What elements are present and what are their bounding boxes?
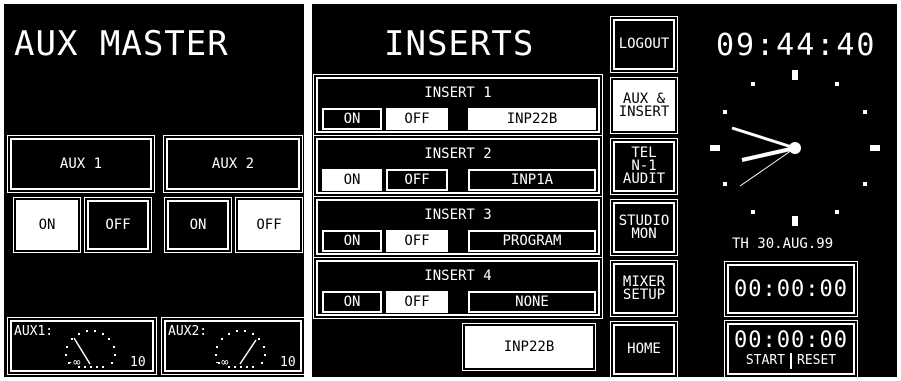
- timer-1: 00:00:00: [724, 261, 858, 317]
- timer-2[interactable]: 00:00:00 START RESET: [724, 320, 858, 378]
- studio-label-2: MON: [631, 225, 657, 242]
- tel-label-3: AUDIT: [622, 171, 666, 187]
- tel-n1-audit-button[interactable]: TEL N-1 AUDIT: [610, 138, 678, 195]
- aux-master-panel: AUX MASTER AUX 1 AUX 2 ON OFF ON OFF AUX…: [4, 4, 305, 377]
- mixer-setup-button[interactable]: MIXER SETUP: [610, 260, 678, 317]
- clock-date: TH 30.AUG.99: [732, 236, 834, 252]
- aux2-meter-min: -∞: [214, 355, 229, 369]
- insert-2-source-button[interactable]: INP1A: [468, 169, 596, 191]
- home-button[interactable]: HOME: [610, 321, 678, 378]
- aux1-off-button[interactable]: OFF: [84, 197, 152, 253]
- logout-button[interactable]: LOGOUT: [610, 16, 678, 73]
- insert-4-label: INSERT 4: [424, 268, 492, 284]
- aux1-meter: AUX1: -∞ 10: [7, 317, 157, 375]
- timer-2-value: 00:00:00: [734, 328, 848, 353]
- aux1-meter-min: -∞: [66, 355, 81, 369]
- insert-3-off-button[interactable]: OFF: [386, 230, 448, 252]
- insert-3-source-button[interactable]: PROGRAM: [468, 230, 596, 252]
- insert-4-source-button[interactable]: NONE: [468, 291, 596, 313]
- clock-time: 09:44:40: [716, 28, 877, 63]
- insert-3-label: INSERT 3: [424, 207, 492, 223]
- timer-1-value: 00:00:00: [734, 276, 848, 302]
- aux2-label-box: AUX 2: [163, 135, 303, 193]
- insert-2-on-button[interactable]: ON: [322, 169, 382, 191]
- aux1-label-box: AUX 1: [7, 135, 155, 193]
- aux1-on-button[interactable]: ON: [13, 197, 81, 253]
- timer-controls: START RESET: [746, 353, 836, 369]
- inserts-title: INSERTS: [384, 24, 535, 64]
- insert-1-source-button[interactable]: INP22B: [468, 108, 596, 130]
- aux1-label: AUX 1: [59, 156, 103, 172]
- insert-1-label: INSERT 1: [424, 85, 492, 101]
- aux2-off-button[interactable]: OFF: [235, 197, 303, 253]
- insert-1-on-button[interactable]: ON: [322, 108, 382, 130]
- aux1-meter-max: 10: [130, 355, 146, 370]
- aux2-meter-max: 10: [280, 355, 296, 370]
- aux-master-title: AUX MASTER: [14, 24, 229, 64]
- aux2-meter: AUX2: -∞ 10: [161, 317, 305, 375]
- aux2-meter-label: AUX2:: [168, 324, 208, 339]
- insert-row-2: INSERT 2 ON OFF INP1A: [313, 135, 603, 197]
- home-label: HOME: [627, 341, 661, 357]
- reset-button[interactable]: RESET: [792, 353, 836, 369]
- logout-label: LOGOUT: [618, 36, 670, 52]
- aux1-meter-label: AUX1:: [14, 324, 54, 339]
- insert-row-4: INSERT 4 ON OFF NONE: [313, 257, 603, 319]
- insert-4-on-button[interactable]: ON: [322, 291, 382, 313]
- insert-row-3: INSERT 3 ON OFF PROGRAM: [313, 196, 603, 258]
- selected-source-button[interactable]: INP22B: [462, 323, 596, 371]
- inserts-panel: INSERTS INSERT 1 ON OFF INP22B INSERT 2 …: [312, 4, 897, 378]
- insert-3-on-button[interactable]: ON: [322, 230, 382, 252]
- studio-mon-button[interactable]: STUDIO MON: [610, 199, 678, 256]
- insert-row-1: INSERT 1 ON OFF INP22B: [313, 74, 603, 136]
- start-button[interactable]: START: [746, 353, 792, 369]
- aux-insert-label-2: INSERT: [618, 103, 670, 120]
- insert-1-off-button[interactable]: OFF: [386, 108, 448, 130]
- aux-insert-button[interactable]: AUX & INSERT: [610, 77, 678, 134]
- aux2-label: AUX 2: [211, 156, 255, 172]
- insert-2-off-button[interactable]: OFF: [386, 169, 448, 191]
- insert-4-off-button[interactable]: OFF: [386, 291, 448, 313]
- analog-clock-icon: [710, 70, 880, 226]
- insert-2-label: INSERT 2: [424, 146, 492, 162]
- aux2-on-button[interactable]: ON: [164, 197, 232, 253]
- mixer-label-2: SETUP: [622, 286, 666, 303]
